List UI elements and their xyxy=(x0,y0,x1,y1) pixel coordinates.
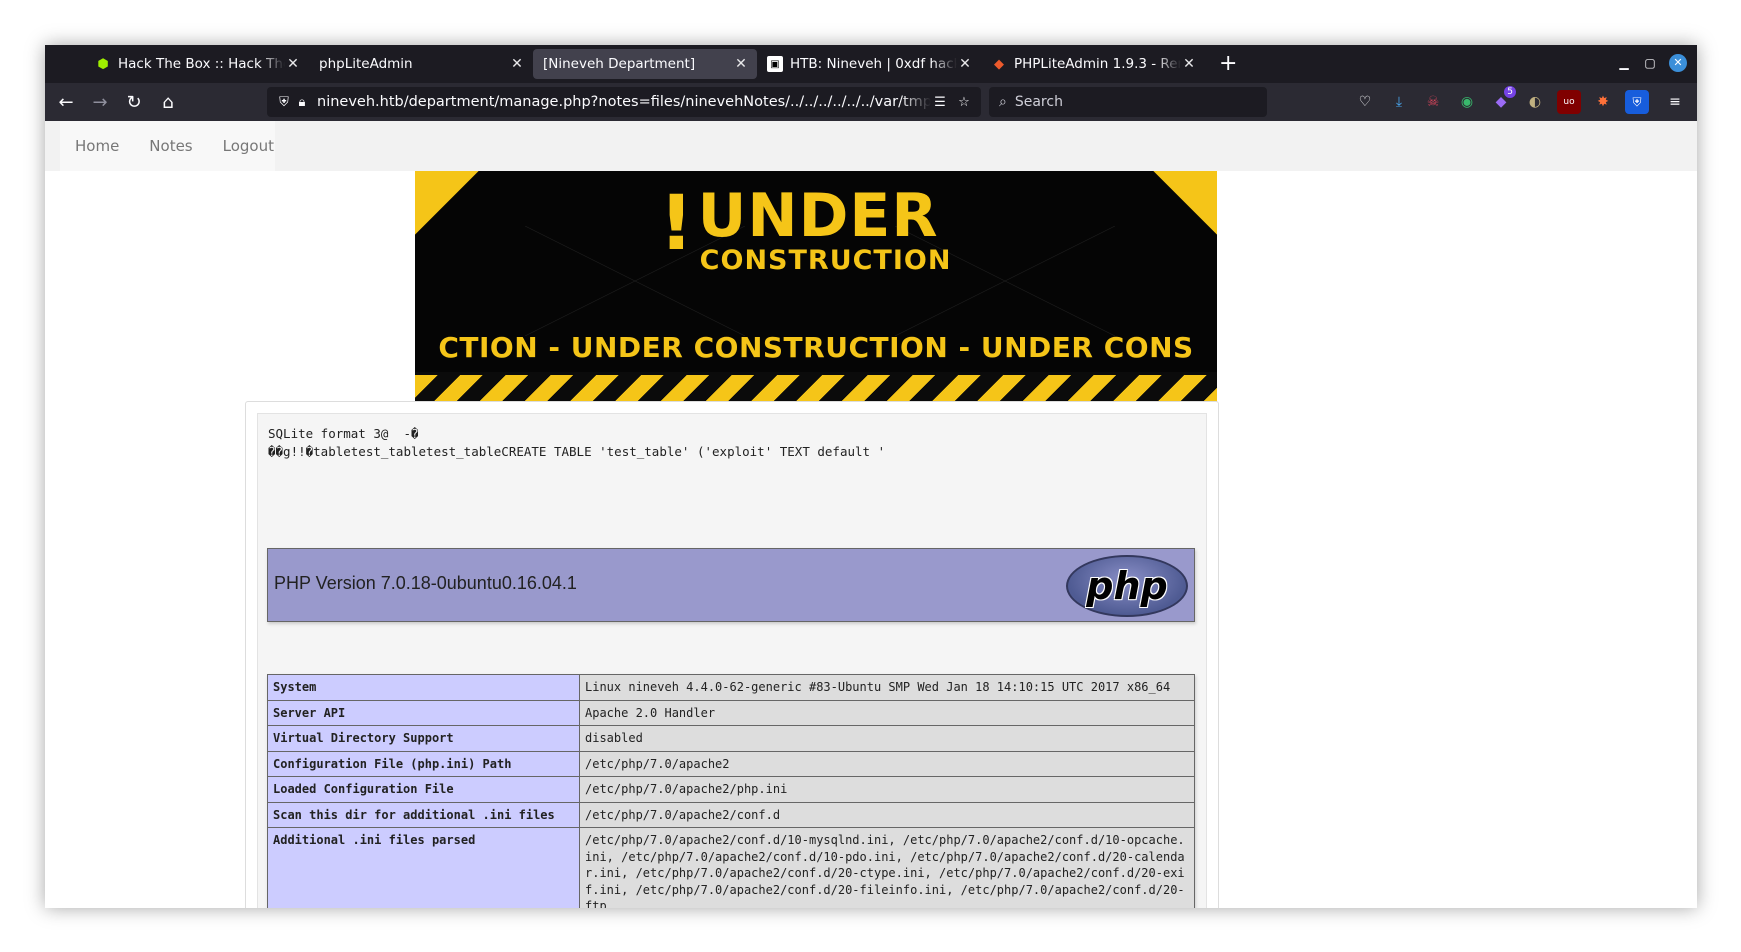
extensions-toolbar: ♡ ⤓ ☠ ◉ ◆ 5 ◐ uo ✸ ⛨ ≡ xyxy=(1353,86,1687,117)
info-value: /etc/php/7.0/apache2/conf.d/10-mysqlnd.i… xyxy=(579,827,1195,908)
info-value: /etc/php/7.0/apache2/conf.d xyxy=(579,801,1195,828)
info-key: Server API xyxy=(267,699,580,726)
extension-hacker-icon[interactable]: ☠ xyxy=(1421,90,1445,114)
table-row: Virtual Directory Support disabled xyxy=(267,725,1195,752)
search-icon: ⌕ xyxy=(999,94,1007,110)
info-value: Apache 2.0 Handler xyxy=(579,699,1195,726)
site-menu: Home Notes Logout xyxy=(60,121,275,171)
tab-title: HTB: Nineveh | 0xdf hacks stuff xyxy=(790,56,957,72)
nav-home-link[interactable]: Home xyxy=(60,137,134,155)
0xdf-icon: ▣ xyxy=(767,56,783,72)
home-icon[interactable]: ⌂ xyxy=(151,87,185,117)
tab-title: PHPLiteAdmin 1.9.3 - Remote PHP Code Inj… xyxy=(1014,56,1181,72)
info-value: /etc/php/7.0/apache2 xyxy=(579,750,1195,777)
tab-strip: ⬢ Hack The Box :: Hack The Box ✕ phpLite… xyxy=(45,45,1697,83)
under-construction-banner: ! UNDER CONSTRUCTION CTION - UNDER CONST… xyxy=(415,171,1217,406)
php-version-title: PHP Version 7.0.18-0ubuntu0.16.04.1 xyxy=(274,573,577,593)
search-bar[interactable]: ⌕ Search xyxy=(989,87,1267,117)
info-key: Loaded Configuration File xyxy=(267,776,580,803)
info-key: System xyxy=(267,674,580,701)
menu-icon[interactable]: ≡ xyxy=(1663,90,1687,114)
ublock-icon[interactable]: uo xyxy=(1557,90,1581,114)
reader-view-icon[interactable]: ☰ xyxy=(931,95,949,110)
nav-notes-link[interactable]: Notes xyxy=(134,137,207,155)
exploitdb-icon: ◆ xyxy=(994,56,1004,72)
tab-close-icon[interactable]: ✕ xyxy=(509,56,525,72)
table-row: Server API Apache 2.0 Handler xyxy=(267,699,1195,726)
php-logo-text: php xyxy=(1086,564,1168,608)
info-key: Virtual Directory Support xyxy=(267,725,580,752)
banner-corner-stripe xyxy=(1153,171,1217,235)
tab-hackthebox[interactable]: ⬢ Hack The Box :: Hack The Box ✕ xyxy=(85,49,309,79)
notes-panel: SQLite format 3@ -� ��g!!�tabletest_tabl… xyxy=(245,401,1219,908)
maximize-icon[interactable]: ▢ xyxy=(1643,56,1657,70)
reload-icon[interactable]: ↻ xyxy=(117,87,151,117)
info-key: Configuration File (php.ini) Path xyxy=(267,750,580,777)
page-content: Home Notes Logout ! UNDER CONSTRUCTION C… xyxy=(45,121,1697,908)
tab-phpliteadmin[interactable]: phpLiteAdmin ✕ xyxy=(309,49,533,79)
shield-icon[interactable]: ⛨ xyxy=(275,95,293,110)
tab-close-icon[interactable]: ✕ xyxy=(733,56,749,72)
table-row: Loaded Configuration File /etc/php/7.0/a… xyxy=(267,776,1195,803)
extension-green-icon[interactable]: ◉ xyxy=(1455,90,1479,114)
banner-headline: ! UNDER CONSTRUCTION xyxy=(659,185,951,275)
sqlite-dump-text: SQLite format 3@ -� ��g!!�tabletest_tabl… xyxy=(268,426,886,459)
back-arrow-icon[interactable]: ← xyxy=(49,87,83,117)
info-value: /etc/php/7.0/apache2/php.ini xyxy=(579,776,1195,803)
info-key: Scan this dir for additional .ini files xyxy=(267,801,580,828)
info-key: Additional .ini files parsed xyxy=(267,827,580,908)
download-icon[interactable]: ⤓ xyxy=(1387,90,1411,114)
tab-list: ⬢ Hack The Box :: Hack The Box ✕ phpLite… xyxy=(85,49,1237,79)
table-row: System Linux nineveh 4.4.0-62-generic #8… xyxy=(267,674,1195,701)
phpinfo-header: PHP Version 7.0.18-0ubuntu0.16.04.1 php xyxy=(267,548,1195,622)
banner-corner-stripe xyxy=(415,171,479,235)
banner-exclamation: ! xyxy=(659,178,694,267)
pocket-icon[interactable]: ♡ xyxy=(1353,90,1377,114)
table-row: Scan this dir for additional .ini files … xyxy=(267,801,1195,828)
table-row: Configuration File (php.ini) Path /etc/p… xyxy=(267,750,1195,777)
address-bar[interactable]: ⛨ 🔒︎ nineveh.htb/department/manage.php?n… xyxy=(267,87,981,117)
navigation-toolbar: ← → ↻ ⌂ ⛨ 🔒︎ nineveh.htb/department/mana… xyxy=(45,83,1697,121)
search-placeholder: Search xyxy=(1014,94,1063,110)
tab-exploitdb[interactable]: ◆ PHPLiteAdmin 1.9.3 - Remote PHP Code I… xyxy=(981,49,1205,79)
phpinfo-table: System Linux nineveh 4.4.0-62-generic #8… xyxy=(267,674,1195,908)
forward-arrow-icon[interactable]: → xyxy=(83,87,117,117)
tab-title: phpLiteAdmin xyxy=(319,56,413,72)
nav-logout-link[interactable]: Logout xyxy=(208,137,289,155)
extension-orange-icon[interactable]: ✸ xyxy=(1591,90,1615,114)
table-row: Additional .ini files parsed /etc/php/7.… xyxy=(267,827,1195,908)
php-logo-icon: php xyxy=(1066,555,1188,617)
tab-0xdf[interactable]: ▣ HTB: Nineveh | 0xdf hacks stuff ✕ xyxy=(757,49,981,79)
extension-purple-icon[interactable]: ◆ 5 xyxy=(1489,86,1516,114)
tab-title: Hack The Box :: Hack The Box xyxy=(118,56,285,72)
bitwarden-icon[interactable]: ⛨ xyxy=(1625,90,1649,114)
info-value: disabled xyxy=(579,725,1195,752)
new-tab-button[interactable]: + xyxy=(1219,49,1237,79)
lock-warning-icon[interactable]: 🔒︎ xyxy=(293,95,311,110)
site-navbar: Home Notes Logout xyxy=(45,121,1697,171)
browser-window: ⬢ Hack The Box :: Hack The Box ✕ phpLite… xyxy=(45,45,1697,908)
tab-close-icon[interactable]: ✕ xyxy=(285,56,301,72)
window-close-icon[interactable]: ✕ xyxy=(1669,54,1687,72)
note-content-well: SQLite format 3@ -� ��g!!�tabletest_tabl… xyxy=(257,413,1207,908)
banner-under-text: UNDER xyxy=(697,181,939,251)
tab-nineveh-department[interactable]: [Nineveh Department] ✕ xyxy=(533,49,757,79)
tab-close-icon[interactable]: ✕ xyxy=(1181,56,1197,72)
url-text[interactable]: nineveh.htb/department/manage.php?notes=… xyxy=(317,94,931,110)
minimize-icon[interactable]: ▁ xyxy=(1617,56,1631,70)
window-controls: ▁ ▢ ✕ xyxy=(1617,54,1687,72)
tab-close-icon[interactable]: ✕ xyxy=(957,56,973,72)
bookmark-star-icon[interactable]: ☆ xyxy=(955,95,973,110)
banner-construction-text: CONSTRUCTION xyxy=(699,245,952,276)
extension-gray-icon[interactable]: ◐ xyxy=(1523,90,1547,114)
info-value: Linux nineveh 4.4.0-62-generic #83-Ubunt… xyxy=(579,674,1195,701)
htb-cube-icon: ⬢ xyxy=(97,56,109,72)
tab-title: [Nineveh Department] xyxy=(543,56,696,72)
banner-strip-text: CTION - UNDER CONSTRUCTION - UNDER CONS xyxy=(438,331,1194,364)
